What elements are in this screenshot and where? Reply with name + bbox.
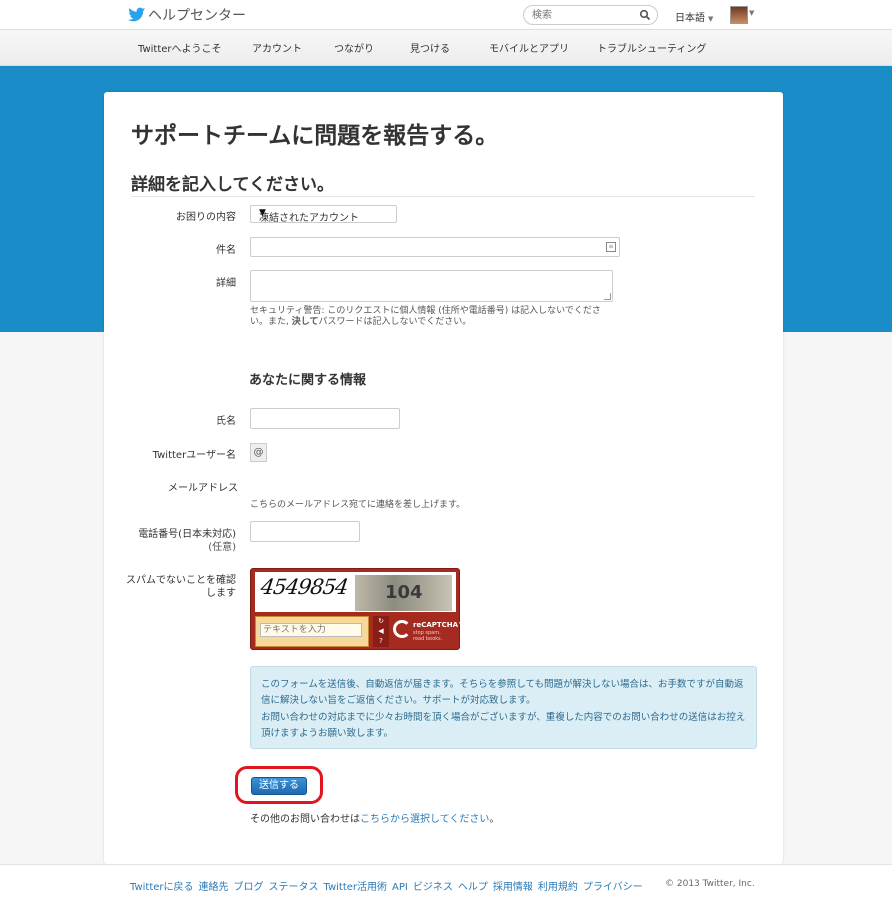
email-label: メールアドレス [168,483,238,494]
footer-link-status[interactable]: ステータス [269,882,319,893]
recaptcha-widget: 4549854 104 ↻ ◀ ? reCAPTCHA™ stop spam. … [250,568,465,650]
nav-item-mobile[interactable]: モバイルとアプリ [489,40,569,55]
issue-label: お困りの内容 [176,212,236,223]
captcha-photo: 104 [355,575,452,611]
dropdown-arrow-icon: ▼ [259,208,266,218]
spam-check-label-line2: します [206,588,236,599]
top-bar: ヘルプセンター 日本語▼ ▼ [0,0,892,30]
user-avatar[interactable] [730,6,748,24]
security-warning-text-end: パスワードは記入しないでください。 [318,317,472,327]
nav-item-discover[interactable]: 見つける [410,40,450,55]
footer-link-contact[interactable]: 連絡先 [199,882,229,893]
phone-input[interactable] [250,521,360,542]
other-contact-text: その他のお問い合わせはこちらから選択してください。 [250,810,499,825]
language-menu[interactable]: 日本語 ▼ [675,9,713,24]
footer-links: Twitterに戻る 連絡先 ブログ ステータス Twitter活用術 API ビジネス ヘル… [130,878,648,893]
refresh-icon[interactable]: ↻ [373,616,389,626]
section-heading: 詳細を記入してください。 [131,175,334,195]
recaptcha-logo-icon [393,620,411,638]
footer-link-privacy[interactable]: プライバシー [583,882,643,893]
captcha-input[interactable] [260,623,362,637]
footer-link-help[interactable]: ヘルプ [458,882,488,893]
subject-label: 件名 [216,245,236,256]
footer-link-api[interactable]: API [392,882,408,893]
info-notice: このフォームを送信後、自動返信が届きます。そちらを参照しても問題が解決しない場合… [250,666,757,749]
phone-optional-label: (任意) [208,542,236,553]
recaptcha-logo: reCAPTCHA™ stop spam. read books. [393,617,465,647]
nav-item-welcome[interactable]: Twitterへようこそ [138,40,222,55]
help-icon[interactable]: ? [373,636,389,646]
footer-link-terms[interactable]: 利用規約 [538,882,578,893]
footer: Twitterに戻る 連絡先 ブログ ステータス Twitter活用術 API ビジネス ヘル… [0,864,892,916]
email-note: こちらのメールアドレス宛てに連絡を差し上げます。 [250,500,466,510]
footer-link-tips[interactable]: Twitter活用術 [324,882,388,893]
search-icon[interactable] [639,9,651,21]
divider [131,196,755,197]
captcha-image: 4549854 104 [255,572,456,612]
twitter-bird-icon [128,7,146,22]
footer-link-back[interactable]: Twitterに戻る [130,882,194,893]
nav-item-connections[interactable]: つながり [334,40,374,55]
highlight-annotation [235,766,323,804]
captcha-word-1: 4549854 [259,575,350,599]
nav-item-troubleshooting[interactable]: トラブルシューティング [597,40,706,55]
chevron-down-icon: ▼ [749,9,755,17]
security-warning-emphasis: 決して [291,317,319,327]
details-label: 詳細 [216,278,236,289]
other-contact-suffix: 。 [489,814,500,825]
twitter-username-label: Twitterユーザー名 [152,450,236,461]
nav-item-account[interactable]: アカウント [252,40,302,55]
info-paragraph: お問い合わせの対応までに少々お時間を頂く場合がございますが、重複した内容でのお問… [261,712,746,739]
info-paragraph: このフォームを送信後、自動返信が届きます。そちらを参照しても問題が解決しない場合… [261,679,744,706]
footer-link-jobs[interactable]: 採用情報 [493,882,533,893]
about-you-heading: あなたに関する情報 [249,373,367,388]
other-contact-link[interactable]: こちらから選択してください [360,814,489,825]
language-label: 日本語 [675,13,705,24]
site-title: ヘルプセンター [148,8,246,24]
name-label: 氏名 [216,416,236,427]
recaptcha-tagline: stop spam. read books. [413,630,443,642]
help-center-logo[interactable]: ヘルプセンター [128,5,246,25]
audio-icon[interactable]: ◀ [373,626,389,636]
recaptcha-brand-text: reCAPTCHA™ [413,621,466,629]
captcha-input-frame [255,616,369,647]
other-contact-prefix: その他のお問い合わせは [250,814,360,825]
at-symbol: @ [250,443,267,462]
issue-select[interactable]: 凍結されたアカウント ▼ [250,205,397,224]
chevron-down-icon: ▼ [708,15,714,23]
subject-input[interactable]: ≡ [250,237,620,257]
search-box [523,5,658,25]
resize-grip-icon[interactable] [604,293,611,300]
details-textarea[interactable] [250,270,613,302]
footer-link-blog[interactable]: ブログ [234,882,264,893]
input-helper-icon: ≡ [606,242,616,252]
captcha-word-2: 104 [385,582,423,603]
security-warning: セキュリティ警告: このリクエストに個人情報 (住所や電話番号) は記入しないで… [250,306,610,328]
category-nav: Twitterへようこそ アカウント つながり 見つける モバイルとアプリ トラ… [0,30,892,66]
footer-link-business[interactable]: ビジネス [413,882,453,893]
captcha-controls: ↻ ◀ ? [373,616,389,647]
search-input[interactable] [532,7,637,23]
copyright: © 2013 Twitter, Inc. [665,879,755,889]
name-input[interactable] [250,408,400,429]
page-title: サポートチームに問題を報告する。 [131,123,499,149]
